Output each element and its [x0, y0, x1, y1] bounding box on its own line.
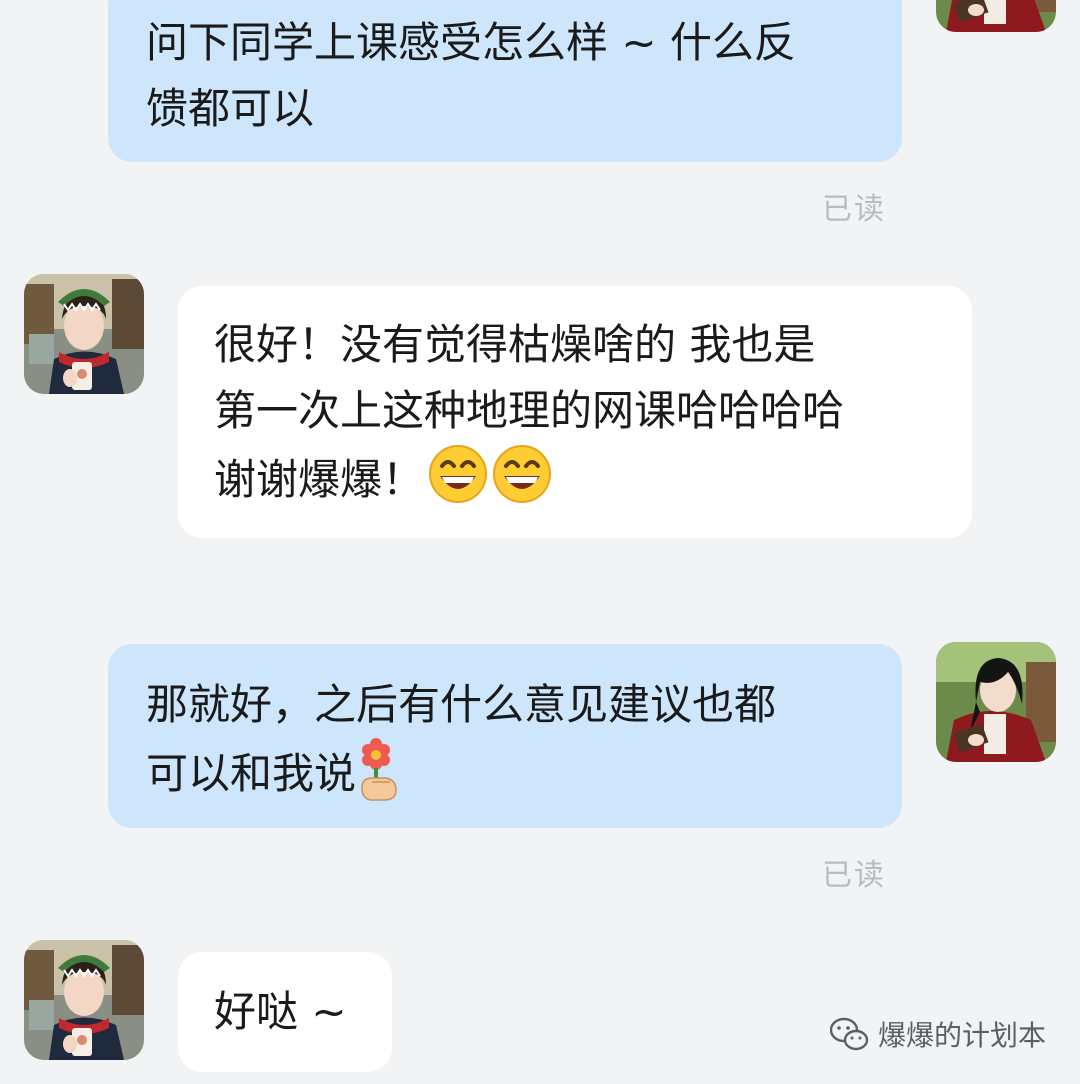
message-text-line: 问下同学上课感受怎么样 ~ 什么反	[146, 18, 796, 67]
incoming-message-bubble[interactable]: 很好！没有觉得枯燥啥的 我也是 第一次上这种地理的网课哈哈哈哈 谢谢爆爆！	[178, 286, 972, 538]
message-text-segment: 可以和我说	[146, 749, 357, 798]
watermark: 爆爆的计划本	[829, 1014, 1046, 1054]
my-avatar[interactable]	[936, 0, 1056, 32]
avatar-image	[936, 642, 1056, 762]
outgoing-message-bubble[interactable]: 问下同学上课感受怎么样 ~ 什么反 馈都可以	[108, 0, 902, 162]
avatar-image	[24, 940, 144, 1060]
message-text-segment: 谢谢爆爆！	[214, 455, 425, 504]
grinning-face-icon	[492, 444, 553, 504]
message-text-line: 好哒 ~	[214, 987, 347, 1036]
watermark-label: 爆爆的计划本	[877, 1019, 1046, 1052]
hand-with-flower-icon	[361, 738, 397, 801]
read-status: 已读	[822, 858, 886, 893]
message-text-line: 可以和我说	[146, 738, 864, 807]
read-status: 已读	[822, 192, 886, 227]
outgoing-message-bubble[interactable]: 那就好，之后有什么意见建议也都 可以和我说	[108, 644, 902, 828]
avatar-image	[24, 274, 144, 394]
message-text-line: 谢谢爆爆！	[214, 444, 936, 513]
grinning-face-icon	[428, 444, 489, 504]
message-text-line: 第一次上这种地理的网课哈哈哈哈	[214, 386, 845, 435]
contact-avatar[interactable]	[24, 940, 144, 1060]
my-avatar[interactable]	[936, 642, 1056, 762]
contact-avatar[interactable]	[24, 274, 144, 394]
avatar-image	[936, 0, 1056, 32]
incoming-message-bubble[interactable]: 好哒 ~	[178, 952, 392, 1072]
message-text-line: 那就好，之后有什么意见建议也都	[146, 680, 777, 729]
message-text-line: 馈都可以	[146, 84, 315, 133]
message-text-line: 很好！没有觉得枯燥啥的 我也是	[214, 320, 816, 369]
wechat-icon	[829, 1017, 869, 1051]
